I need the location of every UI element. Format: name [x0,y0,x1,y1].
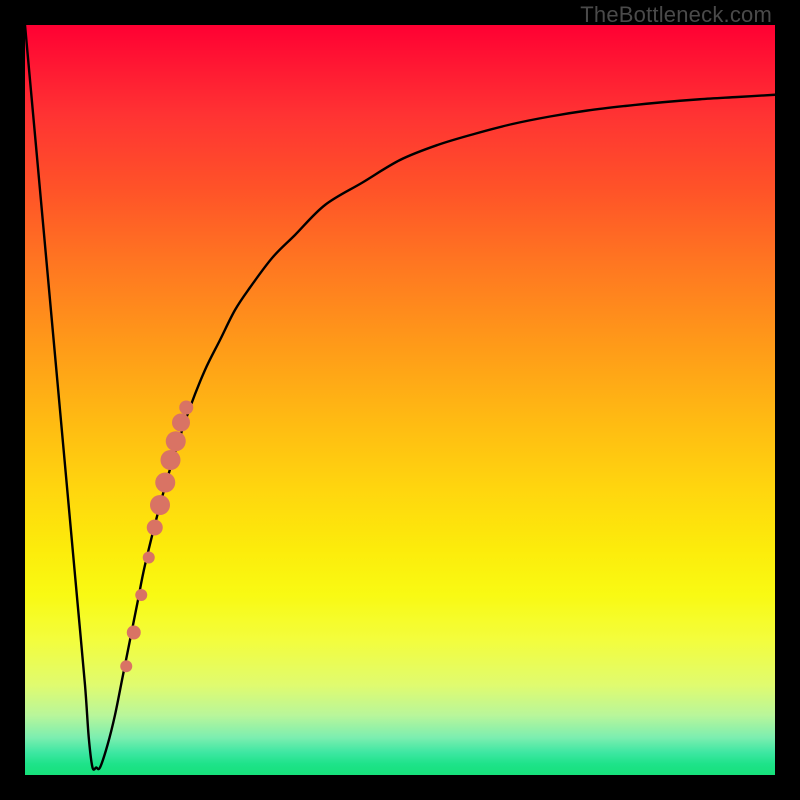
curve-marker [143,552,155,564]
curve-marker [147,520,163,536]
curve-marker [155,473,175,493]
curve-marker [166,431,186,451]
marker-group [120,401,193,673]
curve-marker [179,401,193,415]
curve-marker [150,495,170,515]
curve-marker [161,450,181,470]
chart-frame: TheBottleneck.com [0,0,800,800]
plot-area [25,25,775,775]
curve-marker [127,626,141,640]
bottleneck-curve-path [25,25,775,770]
curve-marker [172,414,190,432]
curve-marker [120,660,132,672]
watermark-text: TheBottleneck.com [580,2,772,28]
bottleneck-curve-svg [25,25,775,775]
curve-marker [135,589,147,601]
